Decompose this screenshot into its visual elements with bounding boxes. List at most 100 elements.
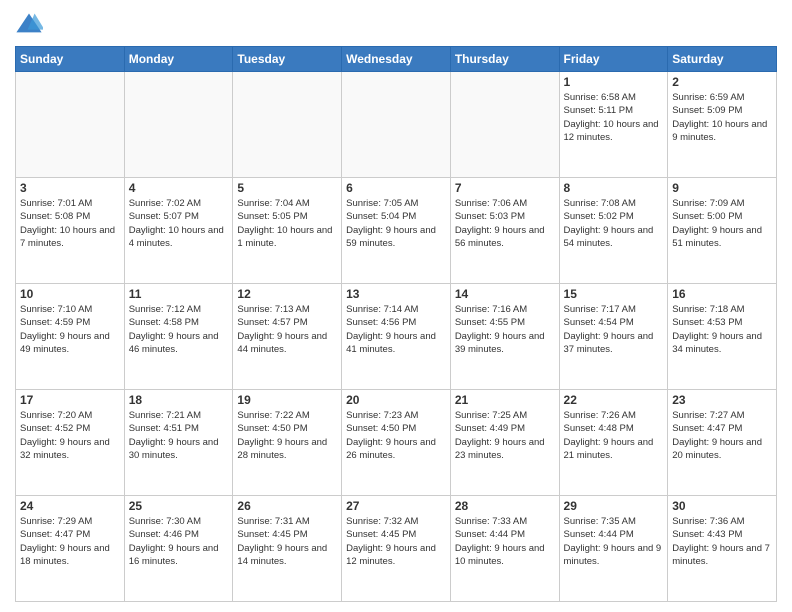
calendar-cell: 27 Sunrise: 7:32 AM Sunset: 4:45 PM Dayli…: [342, 496, 451, 602]
day-number: 1: [564, 75, 664, 89]
day-number: 10: [20, 287, 120, 301]
day-info: Sunrise: 7:18 AM Sunset: 4:53 PM Dayligh…: [672, 303, 772, 356]
day-number: 30: [672, 499, 772, 513]
calendar-cell: 17 Sunrise: 7:20 AM Sunset: 4:52 PM Dayli…: [16, 390, 125, 496]
day-number: 4: [129, 181, 229, 195]
calendar-cell: 6 Sunrise: 7:05 AM Sunset: 5:04 PM Daylig…: [342, 178, 451, 284]
day-info: Sunrise: 7:02 AM Sunset: 5:07 PM Dayligh…: [129, 197, 229, 250]
calendar-cell: 10 Sunrise: 7:10 AM Sunset: 4:59 PM Dayli…: [16, 284, 125, 390]
day-number: 22: [564, 393, 664, 407]
day-info: Sunrise: 7:17 AM Sunset: 4:54 PM Dayligh…: [564, 303, 664, 356]
day-info: Sunrise: 7:16 AM Sunset: 4:55 PM Dayligh…: [455, 303, 555, 356]
day-number: 28: [455, 499, 555, 513]
day-info: Sunrise: 7:10 AM Sunset: 4:59 PM Dayligh…: [20, 303, 120, 356]
day-info: Sunrise: 7:32 AM Sunset: 4:45 PM Dayligh…: [346, 515, 446, 568]
day-info: Sunrise: 7:31 AM Sunset: 4:45 PM Dayligh…: [237, 515, 337, 568]
day-number: 17: [20, 393, 120, 407]
day-info: Sunrise: 7:22 AM Sunset: 4:50 PM Dayligh…: [237, 409, 337, 462]
day-number: 9: [672, 181, 772, 195]
calendar-cell: 5 Sunrise: 7:04 AM Sunset: 5:05 PM Daylig…: [233, 178, 342, 284]
calendar-week-1: 3 Sunrise: 7:01 AM Sunset: 5:08 PM Daylig…: [16, 178, 777, 284]
day-info: Sunrise: 7:26 AM Sunset: 4:48 PM Dayligh…: [564, 409, 664, 462]
calendar-cell: 1 Sunrise: 6:58 AM Sunset: 5:11 PM Daylig…: [559, 72, 668, 178]
day-info: Sunrise: 6:59 AM Sunset: 5:09 PM Dayligh…: [672, 91, 772, 144]
calendar-cell: 14Sunrise: 7:16 AM Sunset: 4:55 PM Dayli…: [450, 284, 559, 390]
calendar-cell: 11Sunrise: 7:12 AM Sunset: 4:58 PM Dayli…: [124, 284, 233, 390]
day-number: 27: [346, 499, 446, 513]
day-number: 20: [346, 393, 446, 407]
day-info: Sunrise: 6:58 AM Sunset: 5:11 PM Dayligh…: [564, 91, 664, 144]
calendar-header-wednesday: Wednesday: [342, 47, 451, 72]
day-info: Sunrise: 7:25 AM Sunset: 4:49 PM Dayligh…: [455, 409, 555, 462]
day-number: 7: [455, 181, 555, 195]
calendar-cell: 15 Sunrise: 7:17 AM Sunset: 4:54 PM Dayli…: [559, 284, 668, 390]
day-info: Sunrise: 7:06 AM Sunset: 5:03 PM Dayligh…: [455, 197, 555, 250]
day-info: Sunrise: 7:27 AM Sunset: 4:47 PM Dayligh…: [672, 409, 772, 462]
calendar-cell: 18 Sunrise: 7:21 AM Sunset: 4:51 PM Dayli…: [124, 390, 233, 496]
day-info: Sunrise: 7:09 AM Sunset: 5:00 PM Dayligh…: [672, 197, 772, 250]
calendar-week-0: 1 Sunrise: 6:58 AM Sunset: 5:11 PM Daylig…: [16, 72, 777, 178]
day-number: 23: [672, 393, 772, 407]
day-number: 6: [346, 181, 446, 195]
calendar-cell: 8 Sunrise: 7:08 AM Sunset: 5:02 PM Daylig…: [559, 178, 668, 284]
calendar-week-2: 10 Sunrise: 7:10 AM Sunset: 4:59 PM Dayli…: [16, 284, 777, 390]
calendar-cell: 22 Sunrise: 7:26 AM Sunset: 4:48 PM Dayli…: [559, 390, 668, 496]
calendar-cell: [16, 72, 125, 178]
header: [15, 10, 777, 38]
day-info: Sunrise: 7:14 AM Sunset: 4:56 PM Dayligh…: [346, 303, 446, 356]
calendar-cell: 26Sunrise: 7:31 AM Sunset: 4:45 PM Dayli…: [233, 496, 342, 602]
calendar-cell: 13 Sunrise: 7:14 AM Sunset: 4:56 PM Dayli…: [342, 284, 451, 390]
day-info: Sunrise: 7:01 AM Sunset: 5:08 PM Dayligh…: [20, 197, 120, 250]
day-info: Sunrise: 7:13 AM Sunset: 4:57 PM Dayligh…: [237, 303, 337, 356]
calendar-cell: 12 Sunrise: 7:13 AM Sunset: 4:57 PM Dayli…: [233, 284, 342, 390]
calendar-header-monday: Monday: [124, 47, 233, 72]
day-number: 21: [455, 393, 555, 407]
day-number: 11: [129, 287, 229, 301]
day-number: 3: [20, 181, 120, 195]
calendar-header-sunday: Sunday: [16, 47, 125, 72]
day-number: 12: [237, 287, 337, 301]
day-info: Sunrise: 7:29 AM Sunset: 4:47 PM Dayligh…: [20, 515, 120, 568]
day-number: 13: [346, 287, 446, 301]
day-info: Sunrise: 7:08 AM Sunset: 5:02 PM Dayligh…: [564, 197, 664, 250]
day-info: Sunrise: 7:21 AM Sunset: 4:51 PM Dayligh…: [129, 409, 229, 462]
day-number: 15: [564, 287, 664, 301]
calendar-header-saturday: Saturday: [668, 47, 777, 72]
calendar-cell: 2Sunrise: 6:59 AM Sunset: 5:09 PM Daylig…: [668, 72, 777, 178]
day-info: Sunrise: 7:33 AM Sunset: 4:44 PM Dayligh…: [455, 515, 555, 568]
calendar-header-row: SundayMondayTuesdayWednesdayThursdayFrid…: [16, 47, 777, 72]
day-number: 18: [129, 393, 229, 407]
calendar-cell: 7 Sunrise: 7:06 AM Sunset: 5:03 PM Daylig…: [450, 178, 559, 284]
day-number: 24: [20, 499, 120, 513]
day-number: 5: [237, 181, 337, 195]
day-info: Sunrise: 7:04 AM Sunset: 5:05 PM Dayligh…: [237, 197, 337, 250]
calendar-cell: 24 Sunrise: 7:29 AM Sunset: 4:47 PM Dayli…: [16, 496, 125, 602]
day-number: 25: [129, 499, 229, 513]
calendar-cell: 19 Sunrise: 7:22 AM Sunset: 4:50 PM Dayli…: [233, 390, 342, 496]
logo: [15, 10, 45, 38]
day-info: Sunrise: 7:20 AM Sunset: 4:52 PM Dayligh…: [20, 409, 120, 462]
day-number: 8: [564, 181, 664, 195]
day-number: 19: [237, 393, 337, 407]
calendar-cell: [124, 72, 233, 178]
day-info: Sunrise: 7:30 AM Sunset: 4:46 PM Dayligh…: [129, 515, 229, 568]
calendar-cell: 25 Sunrise: 7:30 AM Sunset: 4:46 PM Dayli…: [124, 496, 233, 602]
calendar-header-friday: Friday: [559, 47, 668, 72]
day-info: Sunrise: 7:36 AM Sunset: 4:43 PM Dayligh…: [672, 515, 772, 568]
calendar-cell: 29Sunrise: 7:35 AM Sunset: 4:44 PM Dayli…: [559, 496, 668, 602]
calendar-cell: 3 Sunrise: 7:01 AM Sunset: 5:08 PM Daylig…: [16, 178, 125, 284]
day-number: 16: [672, 287, 772, 301]
calendar-cell: 23 Sunrise: 7:27 AM Sunset: 4:47 PM Dayli…: [668, 390, 777, 496]
calendar-cell: 20Sunrise: 7:23 AM Sunset: 4:50 PM Dayli…: [342, 390, 451, 496]
day-info: Sunrise: 7:05 AM Sunset: 5:04 PM Dayligh…: [346, 197, 446, 250]
calendar-week-4: 24 Sunrise: 7:29 AM Sunset: 4:47 PM Dayli…: [16, 496, 777, 602]
calendar-cell: [342, 72, 451, 178]
calendar-cell: 30 Sunrise: 7:36 AM Sunset: 4:43 PM Dayli…: [668, 496, 777, 602]
calendar-cell: 16 Sunrise: 7:18 AM Sunset: 4:53 PM Dayli…: [668, 284, 777, 390]
logo-icon: [15, 10, 43, 38]
calendar-table: SundayMondayTuesdayWednesdayThursdayFrid…: [15, 46, 777, 602]
calendar-cell: 9 Sunrise: 7:09 AM Sunset: 5:00 PM Daylig…: [668, 178, 777, 284]
day-info: Sunrise: 7:35 AM Sunset: 4:44 PM Dayligh…: [564, 515, 664, 568]
calendar-cell: 21 Sunrise: 7:25 AM Sunset: 4:49 PM Dayli…: [450, 390, 559, 496]
calendar-week-3: 17 Sunrise: 7:20 AM Sunset: 4:52 PM Dayli…: [16, 390, 777, 496]
